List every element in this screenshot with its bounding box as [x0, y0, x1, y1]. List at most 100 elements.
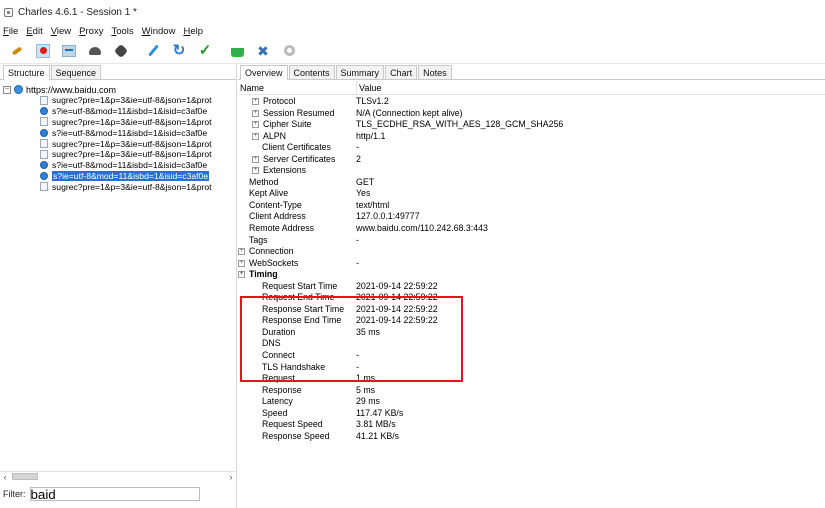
request-row[interactable]: sugrec?pre=1&p=3&ie=utf-8&json=1&prot [0, 181, 236, 192]
tools-icon[interactable]: ✖ [256, 44, 270, 58]
request-row[interactable]: s?ie=utf-8&mod=11&isbd=1&isid=c3af0e [0, 160, 236, 171]
property-name-text: DNS [262, 338, 281, 349]
property-row[interactable]: TLS Handshake - [238, 362, 825, 374]
menu-item-help[interactable]: Help [183, 26, 203, 37]
tab-sequence[interactable]: Sequence [50, 65, 102, 79]
property-name: + Session Resumed [252, 108, 334, 119]
property-row[interactable]: Request Speed 3.81 MB/s [238, 419, 825, 431]
request-row[interactable]: sugrec?pre=1&p=3&ie=utf-8&json=1&prot [0, 138, 236, 149]
property-row[interactable]: Latency 29 ms [238, 396, 825, 408]
throttle-icon[interactable] [62, 44, 76, 58]
expand-icon[interactable]: + [252, 167, 259, 175]
property-row[interactable]: Response End Time 2021-09-14 22:59:22 [238, 315, 825, 327]
basket-icon[interactable] [230, 44, 244, 58]
property-row[interactable]: + Extensions [238, 165, 825, 177]
property-name: Response Start Time [262, 304, 344, 315]
property-value: TLS_ECDHE_RSA_WITH_AES_128_GCM_SHA256 [356, 119, 564, 130]
property-row[interactable]: Request Start Time 2021-09-14 22:59:22 [238, 281, 825, 293]
html-request-icon [40, 128, 48, 137]
expand-icon[interactable]: + [238, 259, 245, 267]
expand-icon[interactable]: + [238, 248, 245, 256]
scrollbar-thumb[interactable] [12, 473, 38, 480]
property-value: - [356, 350, 359, 361]
pen-icon[interactable] [146, 44, 160, 58]
property-name: Latency [262, 396, 293, 407]
request-row[interactable]: sugrec?pre=1&p=3&ie=utf-8&json=1&prot [0, 95, 236, 106]
property-row[interactable]: Client Address 127.0.0.1:49777 [238, 211, 825, 223]
request-row[interactable]: s?ie=utf-8&mod=11&isbd=1&isid=c3af0e [0, 170, 236, 182]
property-name-text: Protocol [263, 96, 296, 106]
expand-icon[interactable]: + [252, 155, 259, 163]
request-row[interactable]: sugrec?pre=1&p=3&ie=utf-8&json=1&prot [0, 149, 236, 160]
tab-contents[interactable]: Contents [288, 65, 335, 79]
property-value: - [356, 361, 359, 372]
expand-icon[interactable]: + [238, 271, 245, 279]
property-row[interactable]: Client Certificates - [238, 142, 825, 154]
property-row[interactable]: + Session Resumed N/A (Connection kept ali… [238, 108, 825, 120]
property-row[interactable]: + Cipher Suite TLS_ECDHE_RSA_WITH_AES_128_… [238, 119, 825, 131]
property-row[interactable]: + WebSockets - [238, 258, 825, 270]
window-title: Charles 4.6.1 - Session 1 * [18, 6, 137, 18]
menu-item-file[interactable]: File [3, 26, 18, 37]
property-name: Connect [262, 350, 295, 361]
settings-icon[interactable] [282, 44, 296, 58]
request-row[interactable]: s?ie=utf-8&mod=11&isbd=1&isid=c3af0e [0, 127, 236, 138]
tab-notes[interactable]: Notes [418, 65, 452, 79]
value-column-header[interactable]: Value [356, 80, 381, 95]
property-row[interactable]: + Protocol TLSv1.2 [238, 96, 825, 108]
request-row[interactable]: sugrec?pre=1&p=3&ie=utf-8&json=1&prot [0, 117, 236, 128]
property-row[interactable]: Tags - [238, 235, 825, 247]
right-tabs: Overview Contents Summary Chart Notes [238, 64, 825, 80]
refresh-icon[interactable]: ↻ [172, 43, 186, 58]
property-value: GET [356, 176, 375, 187]
property-name: DNS [262, 338, 281, 349]
property-row[interactable]: Content-Type text/html [238, 200, 825, 212]
menu-item-proxy[interactable]: Proxy [79, 26, 103, 37]
tab-structure[interactable]: Structure [3, 65, 50, 80]
expand-icon[interactable]: + [252, 109, 259, 117]
property-row[interactable]: + Timing [238, 269, 825, 281]
property-row[interactable]: + Server Certificates 2 [238, 154, 825, 166]
property-row[interactable]: + ALPN http/1.1 [238, 131, 825, 143]
name-column-header[interactable]: Name [240, 83, 264, 93]
property-row[interactable]: Duration 35 ms [238, 327, 825, 339]
property-row[interactable]: Response 5 ms [238, 385, 825, 397]
property-row[interactable]: Response Start Time 2021-09-14 22:59:22 [238, 304, 825, 316]
filter-input[interactable] [29, 487, 200, 501]
menu-item-view[interactable]: View [51, 26, 71, 37]
turtle-icon[interactable] [88, 44, 102, 58]
request-row[interactable]: s?ie=utf-8&mod=11&isbd=1&isid=c3af0e [0, 106, 236, 117]
check-icon[interactable]: ✓ [198, 43, 212, 58]
property-row[interactable]: Remote Address www.baidu.com/110.242.68.3… [238, 223, 825, 235]
horizontal-scrollbar[interactable]: ‹ › [0, 471, 236, 482]
expand-icon[interactable]: + [252, 98, 259, 105]
property-row[interactable]: Speed 117.47 KB/s [238, 408, 825, 420]
property-row[interactable]: Request 1 ms [238, 373, 825, 385]
property-row[interactable]: Request End Time 2021-09-14 22:59:22 [238, 292, 825, 304]
scroll-left-icon[interactable]: ‹ [0, 472, 10, 482]
menu-item-window[interactable]: Window [142, 26, 176, 37]
property-row[interactable]: DNS [238, 338, 825, 350]
tab-chart[interactable]: Chart [385, 65, 418, 79]
tab-overview[interactable]: Overview [240, 65, 288, 80]
property-row[interactable]: Method GET [238, 177, 825, 189]
menu-item-edit[interactable]: Edit [26, 26, 42, 37]
property-row[interactable]: Connect - [238, 350, 825, 362]
expand-icon[interactable]: + [252, 121, 259, 129]
property-row[interactable]: Kept Alive Yes [238, 188, 825, 200]
breakpoint-icon[interactable] [113, 43, 129, 58]
property-name-text: Session Resumed [263, 107, 335, 118]
menu-item-tools[interactable]: Tools [111, 26, 133, 37]
property-row[interactable]: + Connection [238, 246, 825, 258]
scroll-right-icon[interactable]: › [226, 472, 236, 482]
broom-icon[interactable] [10, 44, 24, 58]
host-node[interactable]: − https://www.baidu.com [0, 84, 236, 95]
property-name-text: Latency [262, 396, 293, 407]
property-value: 2 [356, 153, 361, 164]
record-icon[interactable] [36, 43, 50, 58]
property-name-text: Request End Time [262, 292, 335, 303]
expand-icon[interactable]: + [252, 132, 259, 140]
tab-summary[interactable]: Summary [335, 65, 385, 79]
property-row[interactable]: Response Speed 41.21 KB/s [238, 431, 825, 443]
collapse-icon[interactable]: − [3, 85, 11, 94]
